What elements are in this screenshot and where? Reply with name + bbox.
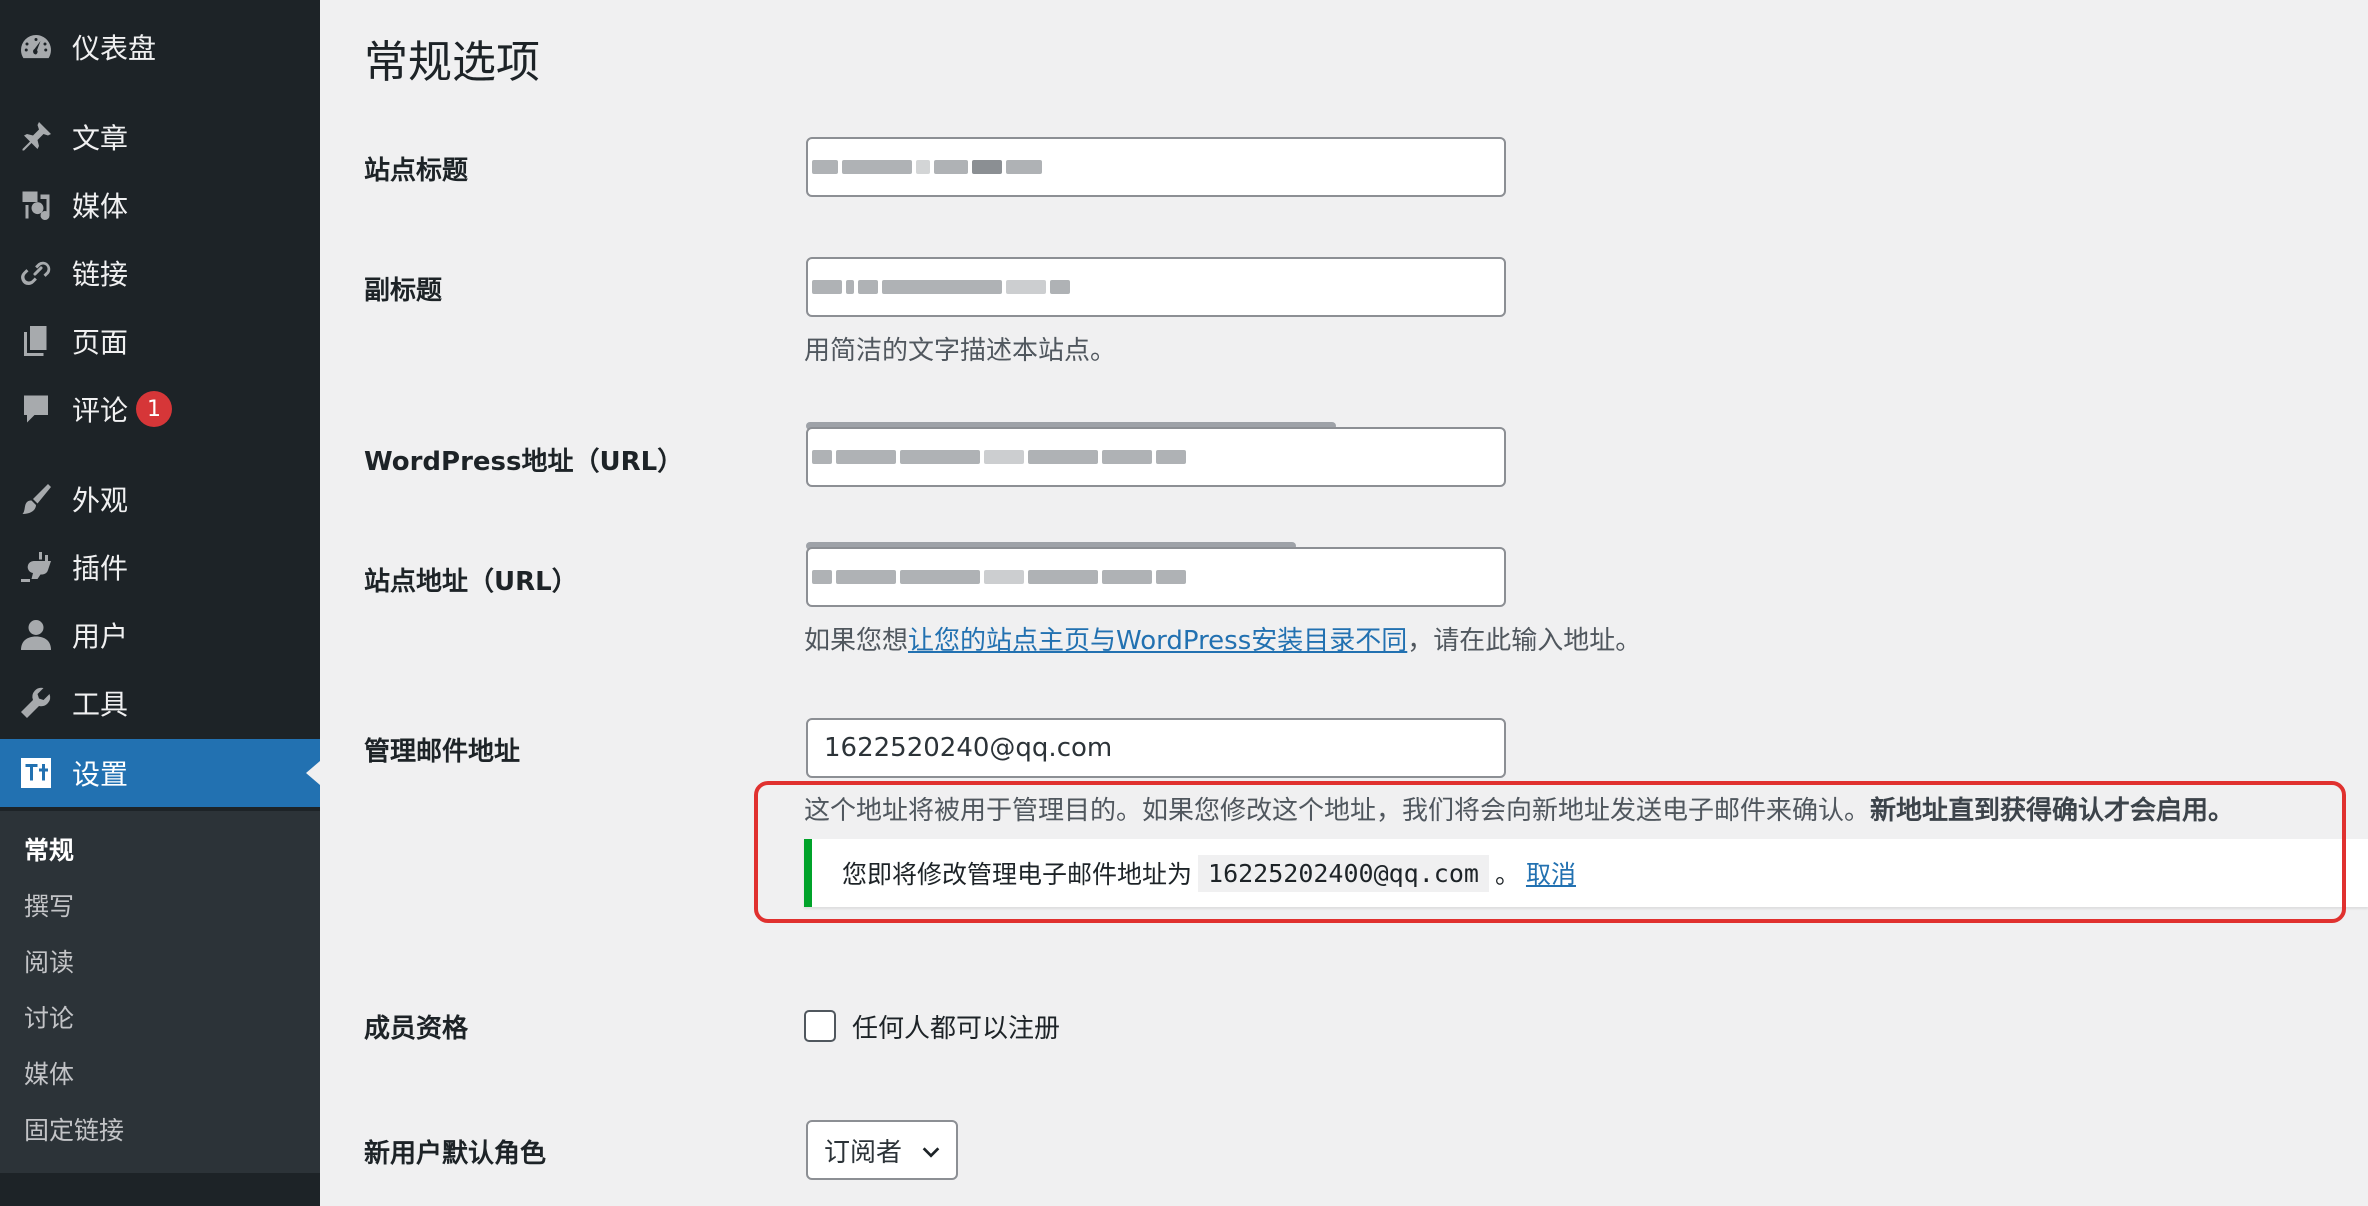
settings-icon xyxy=(0,739,72,807)
menu-label: 评论 xyxy=(72,394,129,427)
admin-sidebar: 仪表盘 文章 媒体 链接 页面 评论 1 外观 插件 用户 工具 设置 常规 撰… xyxy=(0,0,320,1206)
submenu-item-general[interactable]: 常规 xyxy=(24,825,74,873)
notice-suffix: 。 xyxy=(1494,860,1520,889)
submenu-item-writing[interactable]: 撰写 xyxy=(24,881,74,929)
menu-item-settings[interactable]: 设置 xyxy=(0,739,320,807)
admin-email-input[interactable] xyxy=(806,718,1506,778)
menu-item-dashboard[interactable]: 仪表盘 xyxy=(0,13,320,81)
pending-new-email: 16225202400@qq.com xyxy=(1198,854,1489,892)
menu-label: 媒体 xyxy=(72,190,129,223)
dashboard-icon xyxy=(0,13,72,81)
pages-icon xyxy=(0,307,72,375)
submenu-item-reading[interactable]: 阅读 xyxy=(24,937,74,985)
wordpress-url-label: WordPress地址（URL） xyxy=(364,446,684,477)
menu-item-links[interactable]: 链接 xyxy=(0,239,320,307)
pending-email-notice: 您即将修改管理电子邮件地址为 16225202400@qq.com 。 取消 xyxy=(804,839,2368,907)
site-url-description: 如果您想让您的站点主页与WordPress安装目录不同，请在此输入地址。 xyxy=(804,620,1641,657)
submenu-item-discussion[interactable]: 讨论 xyxy=(24,993,74,1041)
settings-submenu: 常规 撰写 阅读 讨论 媒体 固定链接 xyxy=(0,811,320,1173)
site-url-help-link[interactable]: 让您的站点主页与WordPress安装目录不同 xyxy=(908,626,1407,656)
submenu-item-media[interactable]: 媒体 xyxy=(24,1049,74,1097)
menu-item-pages[interactable]: 页面 xyxy=(0,307,320,375)
anyone-can-register-checkbox[interactable] xyxy=(804,1010,836,1042)
menu-label: 设置 xyxy=(72,758,129,791)
menu-label: 页面 xyxy=(72,326,129,359)
pin-icon xyxy=(0,103,72,171)
chevron-down-icon xyxy=(922,1147,940,1158)
wrench-icon xyxy=(0,669,72,737)
tagline-input[interactable] xyxy=(806,257,1506,317)
site-url-desc-suffix: ，请在此输入地址。 xyxy=(1407,626,1642,656)
submenu-item-permalinks[interactable]: 固定链接 xyxy=(24,1105,124,1153)
brush-icon xyxy=(0,465,72,533)
menu-item-comments[interactable]: 评论 1 xyxy=(0,375,320,443)
wordpress-url-input[interactable] xyxy=(806,427,1506,487)
tagline-description: 用简洁的文字描述本站点。 xyxy=(804,336,1117,366)
admin-email-label: 管理邮件地址 xyxy=(364,736,521,767)
menu-item-media[interactable]: 媒体 xyxy=(0,171,320,239)
page-title: 常规选项 xyxy=(364,37,540,88)
cancel-email-change-link[interactable]: 取消 xyxy=(1526,855,1576,891)
menu-label: 用户 xyxy=(72,620,129,653)
site-url-label: 站点地址（URL） xyxy=(364,566,578,597)
menu-item-users[interactable]: 用户 xyxy=(0,601,320,669)
anyone-can-register-label[interactable]: 任何人都可以注册 xyxy=(852,1008,1060,1045)
menu-item-tools[interactable]: 工具 xyxy=(0,669,320,737)
menu-label: 工具 xyxy=(72,688,129,721)
user-icon xyxy=(0,601,72,669)
menu-label: 链接 xyxy=(72,258,129,291)
menu-label: 文章 xyxy=(72,122,129,155)
default-role-select[interactable]: 订阅者 xyxy=(806,1120,958,1180)
comment-icon xyxy=(0,375,72,443)
admin-email-desc-normal: 这个地址将被用于管理目的。如果您修改这个地址，我们将会向新地址发送电子邮件来确认… xyxy=(804,796,1871,826)
site-url-desc-prefix: 如果您想 xyxy=(804,626,909,656)
admin-email-description: 这个地址将被用于管理目的。如果您修改这个地址，我们将会向新地址发送电子邮件来确认… xyxy=(804,790,2234,827)
plugin-icon xyxy=(0,533,72,601)
comment-count-badge: 1 xyxy=(136,391,173,427)
notice-prefix: 您即将修改管理电子邮件地址为 xyxy=(842,860,1193,889)
site-url-input[interactable] xyxy=(806,547,1506,607)
default-role-selected: 订阅者 xyxy=(824,1137,903,1168)
menu-label: 外观 xyxy=(72,484,129,517)
membership-label: 成员资格 xyxy=(364,1013,469,1044)
menu-item-appearance[interactable]: 外观 xyxy=(0,465,320,533)
link-icon xyxy=(0,239,72,307)
active-menu-pointer xyxy=(306,761,320,785)
media-icon xyxy=(0,171,72,239)
site-title-label: 站点标题 xyxy=(364,155,469,186)
menu-item-posts[interactable]: 文章 xyxy=(0,103,320,171)
menu-label: 仪表盘 xyxy=(72,32,157,65)
site-title-input[interactable] xyxy=(806,137,1506,197)
tagline-label: 副标题 xyxy=(364,275,443,306)
default-role-label: 新用户默认角色 xyxy=(364,1138,547,1169)
menu-label: 插件 xyxy=(72,552,129,585)
menu-item-plugins[interactable]: 插件 xyxy=(0,533,320,601)
admin-email-desc-bold: 新地址直到获得确认才会启用。 xyxy=(1870,796,2235,826)
